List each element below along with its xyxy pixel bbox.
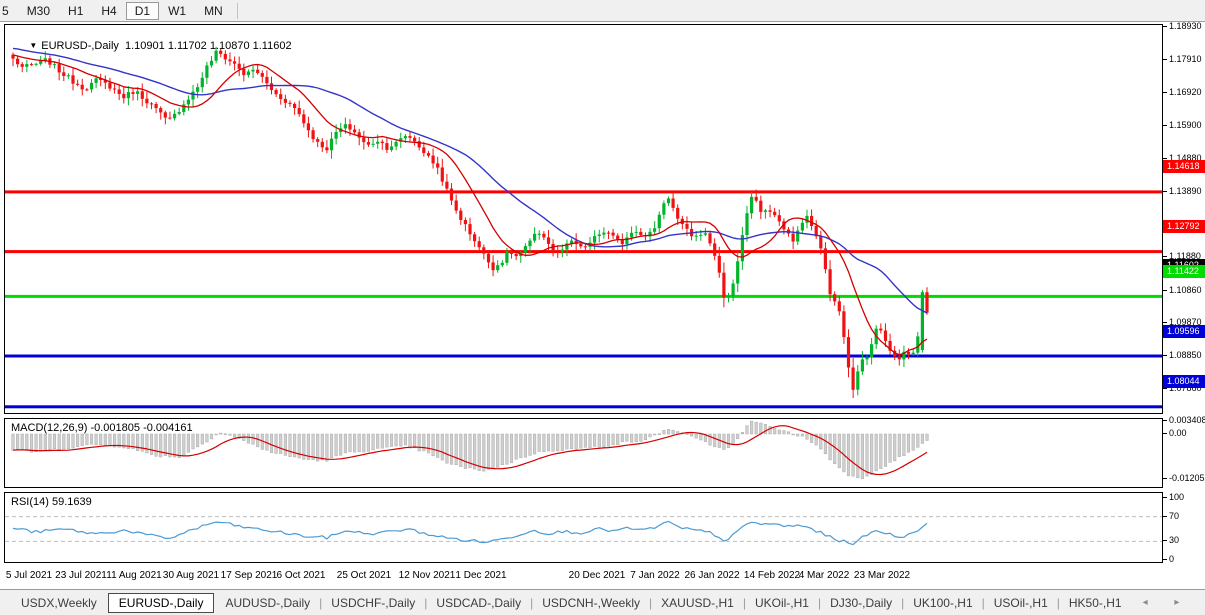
axis-tick (1163, 92, 1167, 93)
rsi-title: RSI(14) 59.1639 (11, 496, 92, 508)
tab-usoil-h1[interactable]: USOil-,H1 (987, 594, 1055, 612)
price-tag-1.12792: 1.12792 (1163, 220, 1205, 233)
axis-tick (1163, 191, 1167, 192)
price-tick-label: 1.15900 (1169, 121, 1202, 130)
tab-divider: | (899, 596, 906, 610)
rsi-axis: 100 70 30 0 (1163, 492, 1205, 563)
rsi-tick-label: 70 (1169, 512, 1179, 521)
axis-tick (1163, 355, 1167, 356)
tab-usdcad-daily[interactable]: USDCAD-,Daily (429, 594, 528, 612)
axis-tick (1163, 433, 1167, 434)
tab-divider: | (741, 596, 748, 610)
date-label: 1 Dec 2021 (455, 570, 506, 581)
timeframe-button-5[interactable]: 5 (0, 2, 18, 20)
tab-divider: | (980, 596, 987, 610)
axis-tick (1163, 497, 1167, 498)
candlestick-chart[interactable] (5, 25, 1162, 413)
timeframe-button-w1[interactable]: W1 (159, 2, 195, 20)
date-label: 7 Jan 2022 (630, 570, 680, 581)
tabs-scroll-arrows[interactable]: ◂ ▸ (1143, 597, 1192, 608)
date-label: 17 Sep 2021 (221, 570, 278, 581)
tab-divider: | (647, 596, 654, 610)
axis-tick (1163, 559, 1167, 560)
chart-title: ▼ EURUSD-,Daily 1.10901 1.11702 1.10870 1… (11, 28, 292, 64)
date-label: 4 Mar 2022 (799, 570, 850, 581)
timeframe-button-m30[interactable]: M30 (18, 2, 59, 20)
date-label: 11 Aug 2021 (106, 570, 161, 581)
price-tick-label: 1.08850 (1169, 351, 1202, 360)
timeframe-button-mn[interactable]: MN (195, 2, 232, 20)
tab-divider: | (317, 596, 324, 610)
axis-tick (1163, 59, 1167, 60)
date-label: 25 Oct 2021 (337, 570, 391, 581)
tab-usdchf-daily[interactable]: USDCHF-,Daily (324, 594, 422, 612)
price-tag-1.14618: 1.14618 (1163, 160, 1205, 173)
tab-audusd-daily[interactable]: AUDUSD-,Daily (218, 594, 317, 612)
price-axis: 1.189301.179101.169201.159001.148801.138… (1163, 24, 1205, 414)
price-tag-1.08044: 1.08044 (1163, 375, 1205, 388)
axis-tick (1163, 478, 1167, 479)
time-axis[interactable]: 5 Jul 202123 Jul 202111 Aug 202130 Aug 2… (4, 565, 1205, 589)
tab-hk50-h1[interactable]: HK50-,H1 (1062, 594, 1129, 612)
date-label: 23 Mar 2022 (854, 570, 910, 581)
date-label: 6 Oct 2021 (277, 570, 326, 581)
axis-tick (1163, 158, 1167, 159)
price-tick-label: 1.16920 (1169, 88, 1202, 97)
rsi-chart[interactable] (5, 493, 1162, 562)
date-label: 5 Jul 2021 (6, 570, 52, 581)
price-tag-1.11422: 1.11422 (1163, 265, 1205, 278)
axis-tick (1163, 516, 1167, 517)
timeframe-button-h1[interactable]: H1 (59, 2, 92, 20)
chart-tabs: USDX,WeeklyEURUSD-,DailyAUDUSD-,Daily|US… (0, 589, 1205, 615)
tab-divider: | (528, 596, 535, 610)
tab-divider: | (816, 596, 823, 610)
rsi-tick-label: 30 (1169, 536, 1179, 545)
date-label: 20 Dec 2021 (569, 570, 626, 581)
timeframe-toolbar: 5M30H1H4D1W1MN (0, 0, 1205, 22)
rsi-tick-label: 100 (1169, 493, 1184, 502)
price-chart-panel[interactable]: ▼ EURUSD-,Daily 1.10901 1.11702 1.10870 1… (4, 24, 1163, 414)
tab-divider: | (1055, 596, 1062, 610)
tab-usdx-weekly[interactable]: USDX,Weekly (14, 594, 104, 612)
date-label: 26 Jan 2022 (684, 570, 739, 581)
axis-tick (1163, 420, 1167, 421)
macd-panel[interactable]: MACD(12,26,9) -0.001805 -0.004161 (4, 418, 1163, 488)
date-label: 12 Nov 2021 (399, 570, 456, 581)
toolbar-separator (237, 3, 238, 19)
date-label: 23 Jul 2021 (55, 570, 107, 581)
chart-title-text: EURUSD-,Daily 1.10901 1.11702 1.10870 1.… (41, 40, 291, 52)
axis-tick (1163, 322, 1167, 323)
date-label: 14 Feb 2022 (744, 570, 800, 581)
timeframe-button-h4[interactable]: H4 (92, 2, 125, 20)
timeframe-button-d1[interactable]: D1 (126, 2, 159, 20)
rsi-panel[interactable]: RSI(14) 59.1639 (4, 492, 1163, 563)
tab-dj30-daily[interactable]: DJ30-,Daily (823, 594, 899, 612)
price-tick-label: 1.13890 (1169, 187, 1202, 196)
axis-tick (1163, 26, 1167, 27)
tab-divider: | (422, 596, 429, 610)
trading-terminal-window: 5M30H1H4D1W1MN ▼ EURUSD-,Daily 1.10901 1.… (0, 0, 1205, 615)
macd-tick-label: 0.00 (1169, 429, 1187, 438)
price-tag-1.09596: 1.09596 (1163, 325, 1205, 338)
tab-usdcnh-weekly[interactable]: USDCNH-,Weekly (535, 594, 647, 612)
chart-dropdown-icon[interactable]: ▼ (29, 41, 37, 50)
date-label: 30 Aug 2021 (163, 570, 219, 581)
macd-axis: 0.003408 0.00 -0.01205 (1163, 418, 1205, 488)
axis-tick (1163, 125, 1167, 126)
axis-tick (1163, 290, 1167, 291)
axis-tick (1163, 540, 1167, 541)
tab-uk100-h1[interactable]: UK100-,H1 (906, 594, 979, 612)
rsi-tick-label: 0 (1169, 555, 1174, 564)
tab-xauusd-h1[interactable]: XAUUSD-,H1 (654, 594, 741, 612)
price-tick-label: 1.10860 (1169, 286, 1202, 295)
price-tick-label: 1.17910 (1169, 55, 1202, 64)
price-tick-label: 1.18930 (1169, 22, 1202, 31)
tab-eurusd-daily[interactable]: EURUSD-,Daily (108, 593, 215, 613)
macd-tick-label: -0.01205 (1169, 474, 1205, 483)
tab-ukoil-h1[interactable]: UKOil-,H1 (748, 594, 816, 612)
macd-tick-label: 0.003408 (1169, 416, 1205, 425)
axis-tick (1163, 256, 1167, 257)
macd-title: MACD(12,26,9) -0.001805 -0.004161 (11, 422, 193, 434)
